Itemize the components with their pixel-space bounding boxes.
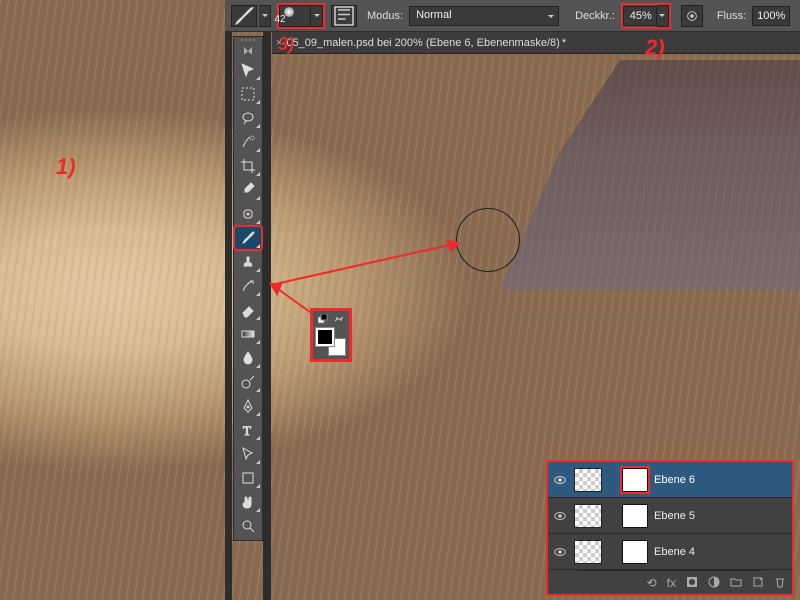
flow-value: 100% — [757, 10, 785, 22]
annotation-label-3: 3) — [278, 34, 294, 55]
opacity-label: Deckkr.: — [575, 10, 615, 22]
layer-mask-thumbnail[interactable] — [622, 504, 648, 528]
brush-size-picker[interactable]: 42 — [277, 3, 325, 29]
layer-mask-thumbnail[interactable] — [622, 540, 648, 564]
healing-brush-tool[interactable] — [235, 203, 261, 225]
layers-footer: ⟲ fx — [548, 572, 792, 594]
eyedropper-tool[interactable] — [235, 179, 261, 201]
adjustment-layer-button[interactable] — [708, 576, 720, 591]
pen-tool[interactable] — [235, 395, 261, 417]
blend-mode-value: Normal — [416, 9, 451, 21]
gradient-tool[interactable] — [235, 323, 261, 345]
layers-panel: Ebene 6 Ebene 5 Ebene 4 ⟲ fx — [546, 460, 794, 596]
eraser-tool[interactable] — [235, 299, 261, 321]
layer-row[interactable]: Ebene 5 — [548, 498, 792, 534]
move-tool[interactable] — [235, 59, 261, 81]
mode-label: Modus: — [367, 10, 403, 22]
path-select-tool[interactable] — [235, 443, 261, 465]
new-layer-button[interactable] — [752, 576, 764, 591]
fg-bg-color-swatch[interactable] — [316, 328, 346, 356]
default-colors-icon[interactable] — [318, 314, 328, 324]
annotation-label-2: 2) — [645, 35, 665, 61]
shape-tool[interactable] — [235, 467, 261, 489]
group-button[interactable] — [730, 576, 742, 591]
layer-thumbnail[interactable] — [574, 540, 602, 564]
crop-tool[interactable] — [235, 155, 261, 177]
opacity-field[interactable]: 45% — [623, 6, 657, 26]
tool-preset-picker[interactable] — [231, 5, 271, 27]
layer-name[interactable]: Ebene 5 — [654, 510, 695, 522]
history-brush-tool[interactable] — [235, 275, 261, 297]
chevron-down-icon[interactable] — [259, 5, 271, 27]
flow-label: Fluss: — [717, 10, 746, 22]
brush-tool[interactable] — [235, 227, 261, 249]
panel-gutter — [225, 32, 232, 600]
layer-row[interactable]: Ebene 4 — [548, 534, 792, 570]
add-mask-button[interactable] — [686, 576, 698, 591]
tools-panel: T — [233, 36, 263, 541]
foreground-color-swatch[interactable] — [316, 328, 334, 346]
visibility-toggle[interactable] — [552, 472, 568, 488]
pressure-opacity-toggle[interactable] — [681, 5, 703, 27]
zoom-tool[interactable] — [235, 515, 261, 537]
document-dirty-indicator: * — [562, 37, 566, 49]
brush-panel-toggle[interactable] — [331, 5, 357, 27]
collapse-toggle-icon[interactable] — [240, 46, 256, 56]
layer-row[interactable]: Ebene 6 — [548, 462, 792, 498]
clone-stamp-tool[interactable] — [235, 251, 261, 273]
marquee-tool[interactable] — [235, 83, 261, 105]
flow-field[interactable]: 100% — [752, 6, 790, 26]
chevron-down-icon[interactable] — [657, 5, 669, 27]
visibility-toggle[interactable] — [552, 508, 568, 524]
brush-icon — [231, 5, 257, 27]
layer-thumbnail[interactable] — [574, 468, 602, 492]
layer-fx-button[interactable]: fx — [667, 576, 676, 590]
layer-name[interactable]: Ebene 4 — [654, 546, 695, 558]
document-tab-bar: × 05_09_malen.psd bei 200% (Ebene 6, Ebe… — [272, 32, 800, 54]
options-bar: 42 Modus: Normal Deckkr.: 45% Fluss: 100… — [225, 0, 800, 32]
lasso-tool[interactable] — [235, 107, 261, 129]
visibility-toggle[interactable] — [552, 544, 568, 560]
link-layers-button[interactable]: ⟲ — [647, 576, 657, 590]
type-tool[interactable]: T — [235, 419, 261, 441]
document-title[interactable]: 05_09_malen.psd bei 200% (Ebene 6, Ebene… — [286, 37, 559, 49]
delete-layer-button[interactable] — [774, 576, 786, 591]
color-swatch-callout — [310, 308, 352, 362]
hand-tool[interactable] — [235, 491, 261, 513]
blend-mode-select[interactable]: Normal — [409, 6, 559, 26]
opacity-value: 45% — [630, 10, 652, 22]
layer-mask-thumbnail[interactable] — [622, 468, 648, 492]
layer-thumbnail[interactable] — [574, 504, 602, 528]
panel-grip[interactable] — [236, 39, 260, 44]
blur-tool[interactable] — [235, 347, 261, 369]
annotation-label-1: 1) — [56, 154, 76, 180]
chevron-down-icon[interactable] — [311, 5, 323, 27]
dodge-tool[interactable] — [235, 371, 261, 393]
swap-colors-icon[interactable] — [334, 314, 344, 324]
svg-text:T: T — [243, 423, 251, 438]
brush-size-value: 42 — [274, 14, 285, 25]
layer-name[interactable]: Ebene 6 — [654, 474, 695, 486]
quick-select-tool[interactable] — [235, 131, 261, 153]
